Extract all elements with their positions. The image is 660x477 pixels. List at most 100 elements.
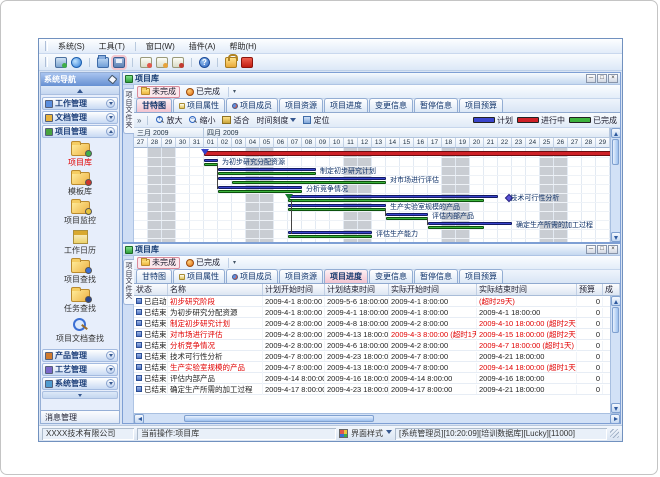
table-row[interactable]: 已结束为初步研究分配资源2009-4-1 8:00:002009-4-1 18:…: [134, 307, 610, 318]
sidebar-section-header[interactable]: 产品管理: [42, 349, 118, 362]
gantt-plan-bar[interactable]: [288, 204, 386, 207]
gantt-summary-bar[interactable]: [204, 151, 610, 156]
overflow-chevron-icon[interactable]: ▾: [233, 259, 236, 266]
gantt-actual-bar[interactable]: [288, 208, 386, 211]
close-button[interactable]: ×: [608, 74, 618, 83]
column-header[interactable]: 计划开始时间: [263, 284, 325, 295]
horizontal-scrollbar[interactable]: [134, 413, 620, 423]
lock-icon[interactable]: [225, 57, 237, 68]
minimize-button[interactable]: ─: [586, 74, 596, 83]
sidebar-item[interactable]: 任务查找: [64, 289, 96, 314]
expand-section-button[interactable]: [106, 99, 115, 108]
tab-7[interactable]: 项目预算: [459, 269, 503, 283]
report-new-icon[interactable]: [140, 57, 152, 68]
tab-0[interactable]: 甘特图: [136, 98, 172, 112]
collapse-section-button[interactable]: [106, 127, 115, 136]
gantt-plan-bar[interactable]: [218, 177, 386, 180]
expand-section-button[interactable]: [106, 113, 115, 122]
table-row[interactable]: 已结束制定初步研究计划2009-4-2 8:00:002009-4-8 18:0…: [134, 318, 610, 329]
overflow-chevron-icon[interactable]: ▾: [233, 88, 236, 95]
scroll-up-button[interactable]: [611, 128, 621, 138]
gantt-actual-bar[interactable]: [232, 181, 386, 184]
expand-section-button[interactable]: [106, 365, 115, 374]
pin-icon[interactable]: [108, 75, 118, 85]
sidebar-collapse-button[interactable]: [41, 86, 119, 95]
gantt-plan-bar[interactable]: [386, 213, 428, 216]
tab-4[interactable]: 项目进度: [324, 269, 368, 283]
gantt-plan-bar[interactable]: [288, 231, 372, 234]
gantt-actual-bar[interactable]: [218, 172, 316, 175]
gantt-toolbar-zoom-out[interactable]: −缩小: [187, 115, 217, 126]
filter-unfinished-button[interactable]: 未完成: [137, 86, 180, 98]
scroll-thumb[interactable]: [184, 415, 374, 422]
column-header[interactable]: 成: [603, 284, 620, 295]
report-edit-icon[interactable]: [156, 57, 168, 68]
gantt-actual-bar[interactable]: [386, 217, 428, 220]
scroll-down-button[interactable]: [611, 403, 621, 413]
expand-section-button[interactable]: [106, 379, 115, 388]
overflow-chevron-icon[interactable]: »: [137, 116, 141, 125]
scroll-right-button[interactable]: [610, 414, 620, 424]
maximize-button[interactable]: □: [597, 245, 607, 254]
open-folder-icon[interactable]: [97, 57, 109, 68]
table-row[interactable]: 已结束技术可行性分析2009-4-7 8:00:002009-4-23 18:0…: [134, 351, 610, 362]
sidebar-item[interactable]: 项目查找: [64, 260, 96, 285]
gantt-actual-bar[interactable]: [288, 235, 372, 238]
table-row[interactable]: 已启动初步研究阶段2009-4-1 8:00:002009-5-6 18:00:…: [134, 296, 610, 307]
filter-unfinished-button[interactable]: 未完成: [137, 257, 180, 269]
gantt-plan-bar[interactable]: [288, 195, 498, 198]
tab-5[interactable]: 变更信息: [369, 98, 413, 112]
tab-3[interactable]: 项目资源: [279, 269, 323, 283]
column-header[interactable]: 名称: [168, 284, 263, 295]
report-delete-icon[interactable]: [172, 57, 184, 68]
sidebar-section-header[interactable]: 工作管理: [42, 97, 118, 110]
resize-grip[interactable]: [610, 429, 619, 438]
gantt-toolbar-zoom-in[interactable]: +放大: [154, 115, 184, 126]
drag-handle-icon[interactable]: [45, 41, 48, 51]
table-row[interactable]: 已结束生产实验室规模的产品2009-4-7 8:00:002009-4-13 1…: [134, 362, 610, 373]
minimize-button[interactable]: ─: [586, 245, 596, 254]
column-header[interactable]: 状态: [134, 284, 168, 295]
gantt-actual-bar[interactable]: [288, 199, 484, 202]
menu-item[interactable]: 窗口(W): [139, 40, 182, 53]
side-tab-folder[interactable]: 项目文件夹: [123, 88, 134, 134]
menu-item[interactable]: 系统(S): [51, 40, 92, 53]
table-row[interactable]: 已结束对市场进行评估2009-4-2 8:00:002009-4-13 18:0…: [134, 329, 610, 340]
sidebar-section-header[interactable]: 项目管理: [42, 125, 118, 138]
tab-2[interactable]: 项目成员: [226, 269, 278, 283]
gantt-plan-bar[interactable]: [428, 222, 512, 225]
gantt-toolbar-timescale[interactable]: 时间刻度: [254, 115, 298, 126]
tab-3[interactable]: 项目资源: [279, 98, 323, 112]
tab-2[interactable]: 项目成员: [226, 98, 278, 112]
sidebar-item[interactable]: 项目库: [68, 143, 92, 168]
gantt-plan-bar[interactable]: [218, 186, 302, 189]
connect-monitor-icon[interactable]: [55, 57, 67, 68]
maximize-button[interactable]: □: [597, 74, 607, 83]
filter-finished-button[interactable]: 已完成: [182, 257, 224, 269]
scroll-left-button[interactable]: [134, 414, 144, 424]
tab-6[interactable]: 暂停信息: [414, 269, 458, 283]
close-button[interactable]: ×: [608, 245, 618, 254]
vertical-scrollbar[interactable]: [610, 296, 620, 413]
filter-finished-button[interactable]: 已完成: [182, 86, 224, 98]
drag-handle-icon[interactable]: [45, 57, 48, 67]
tab-0[interactable]: 甘特图: [136, 269, 172, 283]
sidebar-section-header[interactable]: 文档管理: [42, 111, 118, 124]
web-globe-icon[interactable]: [71, 57, 82, 68]
gantt-toolbar-locate[interactable]: 定位: [301, 115, 331, 126]
scroll-up-button[interactable]: [611, 296, 621, 306]
column-header[interactable]: 预算: [577, 284, 603, 295]
sidebar-section-header[interactable]: 工艺管理: [42, 363, 118, 376]
table-row[interactable]: 已结束确定生产所需的加工过程2009-4-17 8:00:002009-4-23…: [134, 384, 610, 395]
tab-6[interactable]: 暂停信息: [414, 98, 458, 112]
column-header[interactable]: 实际结束时间: [477, 284, 577, 295]
sidebar-section-header[interactable]: 系统管理: [42, 377, 118, 390]
tab-4[interactable]: 项目进度: [324, 98, 368, 112]
column-header[interactable]: 计划结束时间: [325, 284, 389, 295]
scroll-thumb[interactable]: [612, 307, 619, 333]
menu-item[interactable]: 插件(A): [182, 40, 223, 53]
save-icon[interactable]: [113, 57, 125, 68]
menu-item[interactable]: 工具(T): [92, 40, 132, 53]
gantt-plan-bar[interactable]: [218, 168, 316, 171]
sidebar-overflow-button[interactable]: [42, 391, 118, 399]
